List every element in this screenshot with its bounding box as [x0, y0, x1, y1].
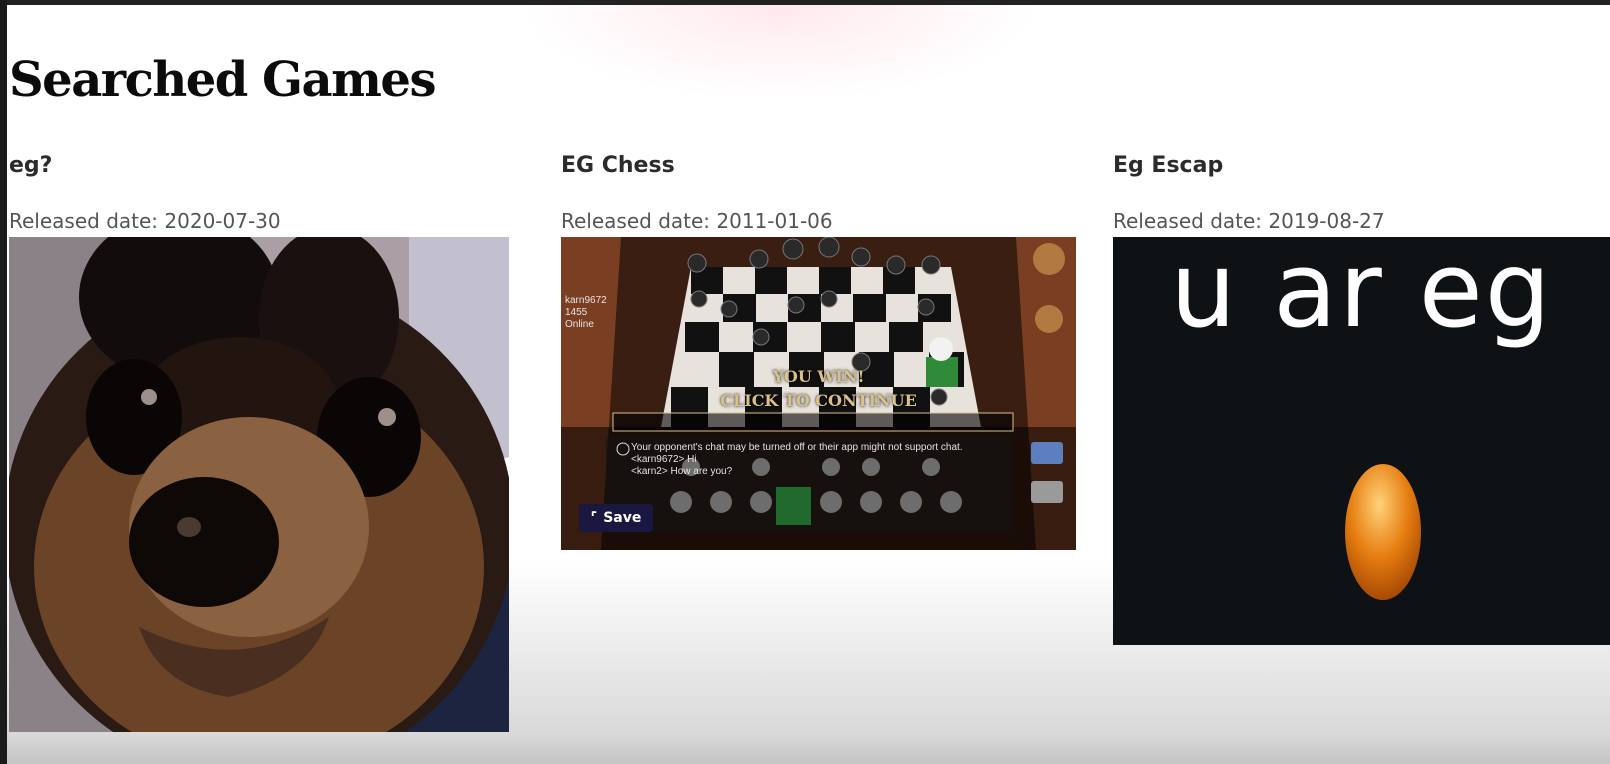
chess-chat-notice: Your opponent's chat may be turned off o…: [631, 442, 963, 453]
chess-continue-text[interactable]: CLICK TO CONTINUE: [561, 391, 1076, 410]
game-card-eg-chess[interactable]: EG Chess Released date: 2011-01-06 YOU W…: [561, 150, 1076, 550]
game-title[interactable]: Eg Escap: [1113, 150, 1610, 182]
game-thumbnail-egg[interactable]: u ar eg: [1113, 237, 1610, 645]
chess-player-rating: 1455: [565, 307, 588, 318]
egg-shape: [1345, 464, 1421, 600]
chess-chat-line: <karn9672> Hi: [631, 454, 697, 465]
game-release-date: Released date: 2019-08-27: [1113, 209, 1385, 233]
chess-win-text: YOU WIN!: [772, 367, 865, 386]
game-release-date: Released date: 2011-01-06: [561, 209, 833, 233]
game-title[interactable]: EG Chess: [561, 150, 1076, 182]
game-release-date: Released date: 2020-07-30: [9, 209, 281, 233]
chess-player-status: Online: [565, 319, 594, 330]
game-thumbnail-dog[interactable]: [9, 237, 509, 732]
page-title: Searched Games: [9, 52, 436, 108]
crop-icon: ⌜: [590, 510, 598, 526]
game-card-eg[interactable]: eg? Released date: 2020-07-30: [9, 150, 509, 732]
game-card-eg-escap[interactable]: Eg Escap Released date: 2019-08-27 u ar …: [1113, 150, 1610, 645]
chess-chat-line: <karn2> How are you?: [631, 466, 733, 477]
save-button[interactable]: ⌜ Save: [579, 504, 653, 532]
save-button-label: Save: [603, 510, 642, 526]
header-glow-decoration: [520, 5, 1040, 100]
game-thumbnail-chess[interactable]: YOU WIN! CLICK TO CONTINUE karn9672 1455…: [561, 237, 1076, 550]
chess-player-name: karn9672: [565, 295, 607, 306]
window-left-border: [0, 0, 7, 764]
game-title[interactable]: eg?: [9, 150, 509, 182]
